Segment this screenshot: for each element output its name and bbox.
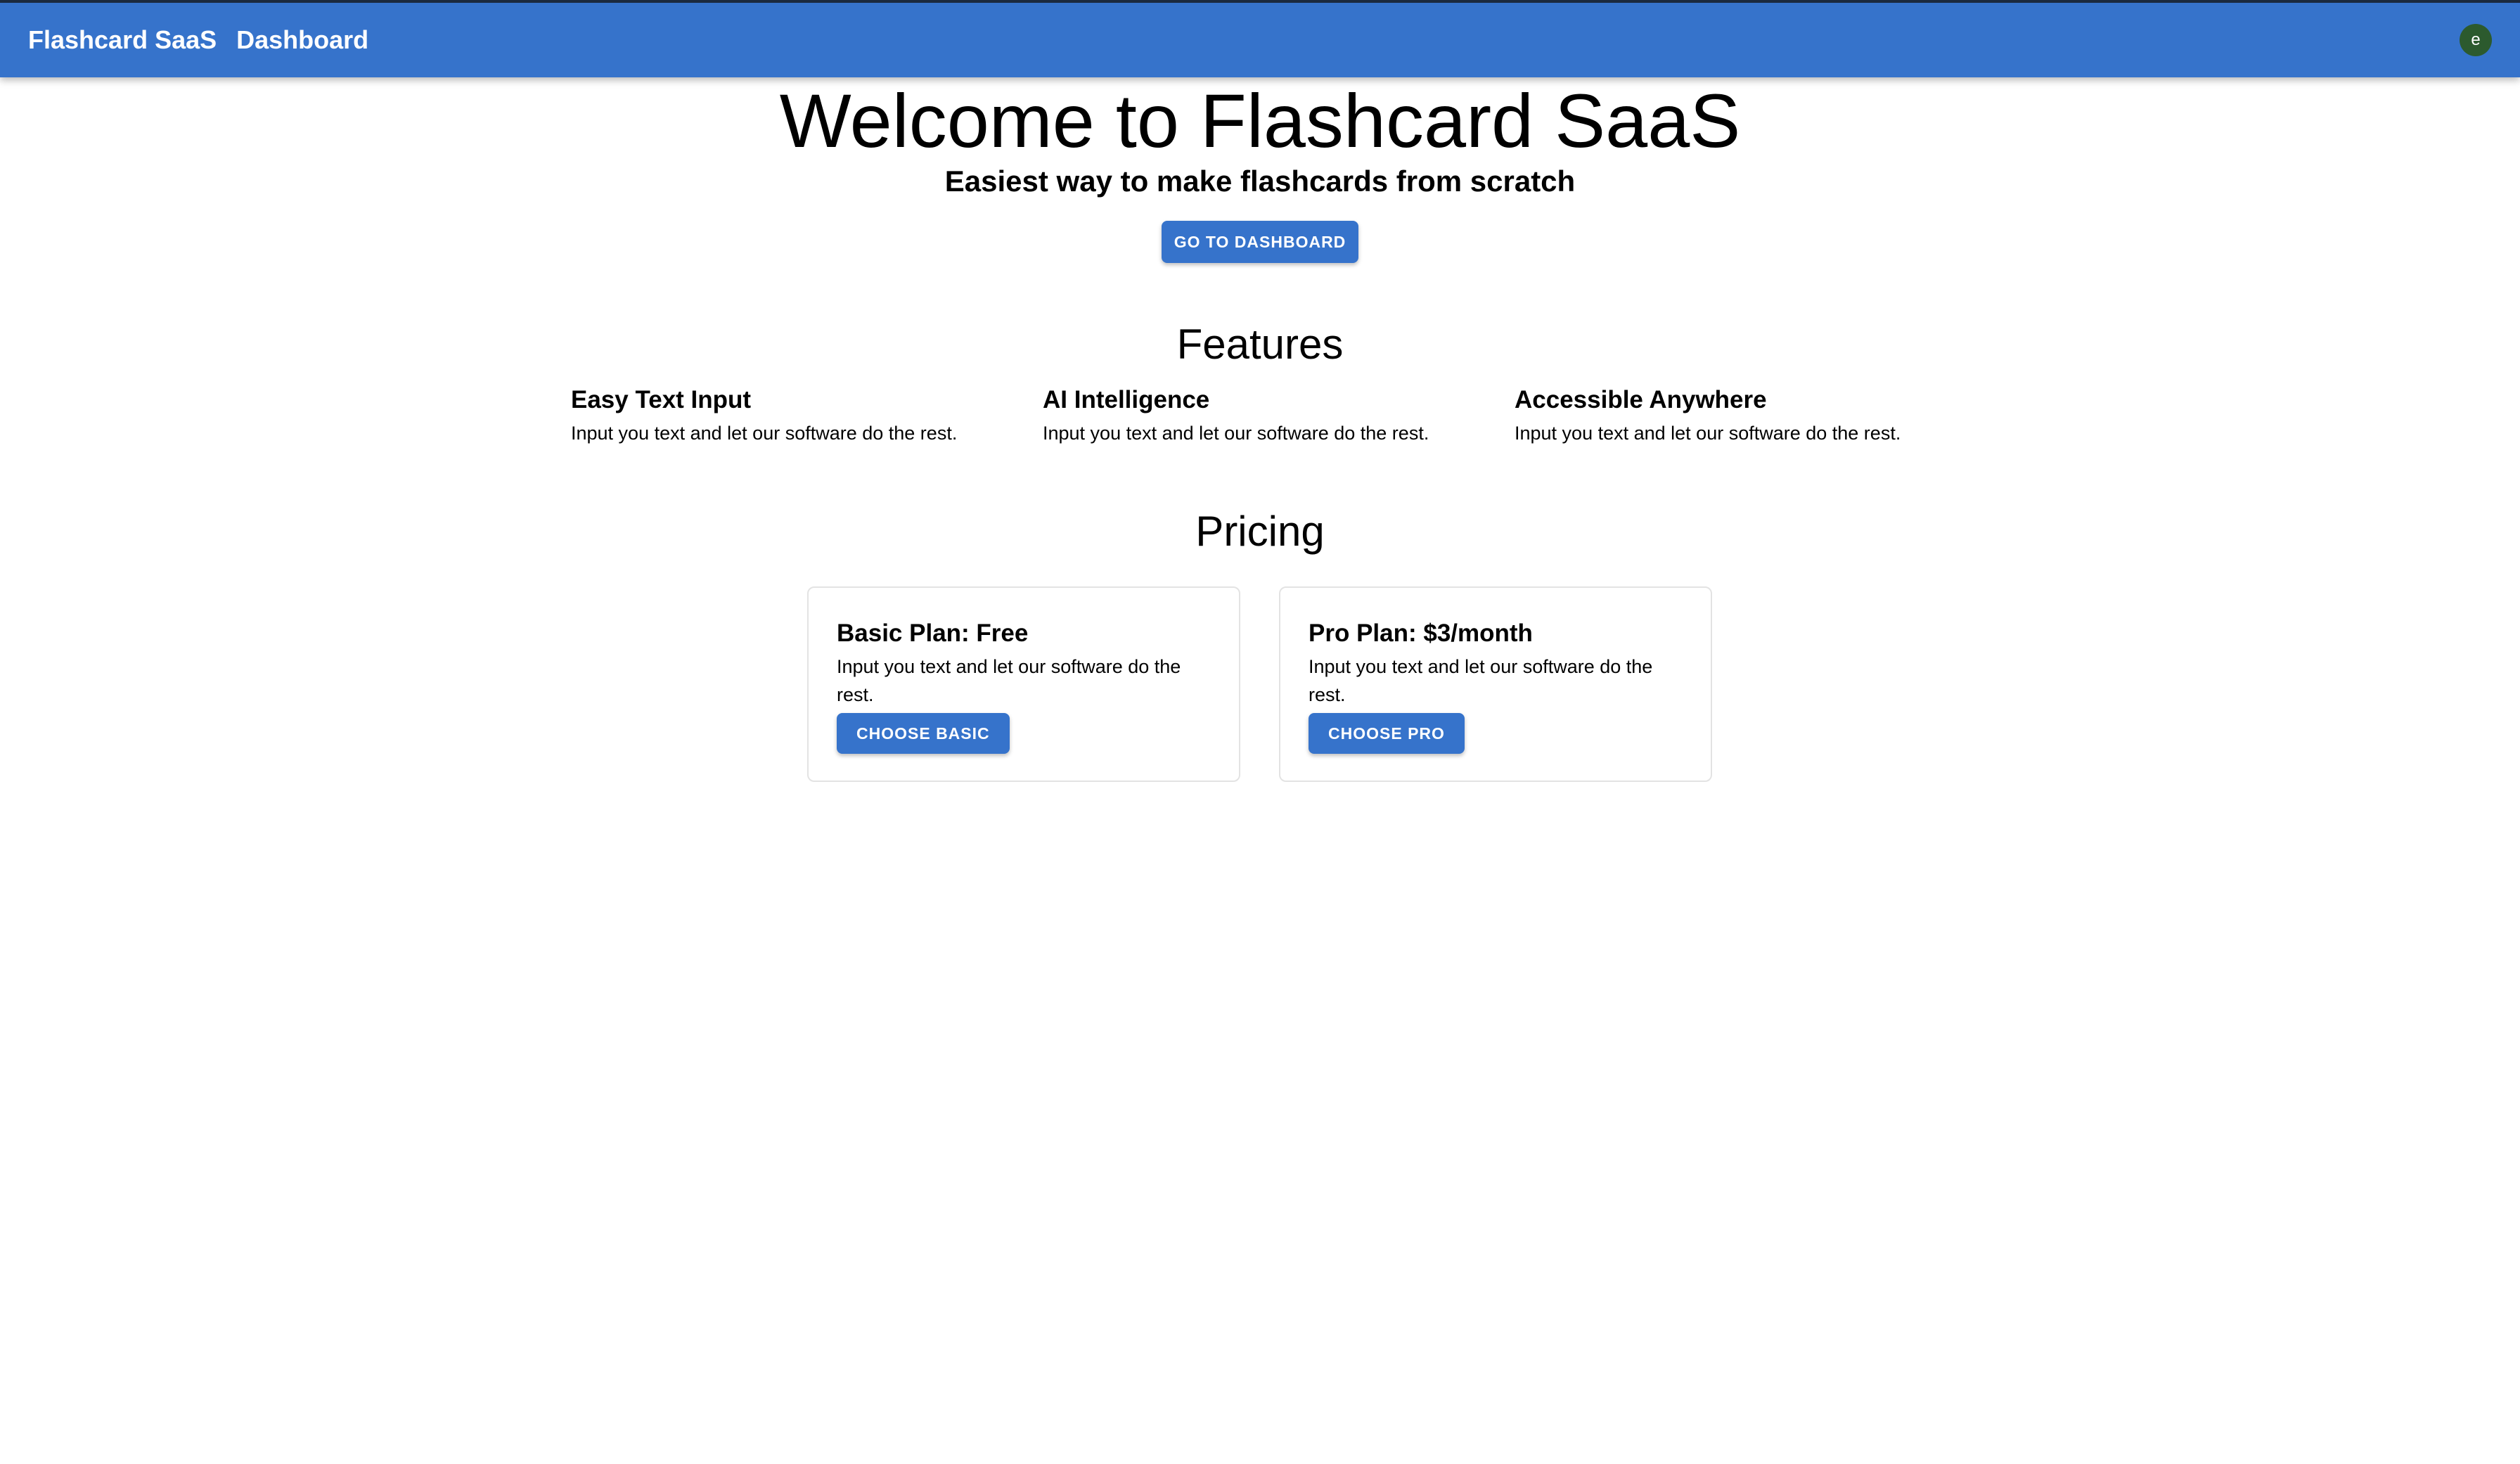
plan-card-pro: Pro Plan: $3/month Input you text and le… <box>1279 586 1712 782</box>
app-bar: Flashcard SaaS Dashboard e <box>0 0 2520 77</box>
plan-title: Basic Plan: Free <box>837 619 1029 647</box>
feature-item-easy-text-input: Easy Text Input Input you text and let o… <box>571 385 1021 446</box>
feature-title: AI Intelligence <box>1043 386 1210 413</box>
plan-title: Pro Plan: $3/month <box>1309 619 1533 647</box>
feature-description: Input you text and let our software do t… <box>571 423 958 444</box>
plan-description: Input you text and let our software do t… <box>837 656 1181 705</box>
choose-pro-button[interactable]: Choose Pro <box>1309 713 1465 754</box>
choose-basic-button[interactable]: Choose Basic <box>837 713 1010 754</box>
feature-title: Accessible Anywhere <box>1515 386 1767 413</box>
feature-item-accessible-anywhere: Accessible Anywhere Input you text and l… <box>1515 385 1965 446</box>
hero-title: Welcome to Flashcard SaaS <box>779 78 1741 163</box>
pricing-title: Pricing <box>1195 508 1325 555</box>
nav-link-dashboard[interactable]: Dashboard <box>236 25 368 55</box>
brand-title[interactable]: Flashcard SaaS <box>28 25 217 55</box>
hero-subtitle: Easiest way to make flashcards from scra… <box>944 165 1576 198</box>
features-title: Features <box>1176 321 1344 368</box>
plan-description: Input you text and let our software do t… <box>1309 656 1653 705</box>
feature-title: Easy Text Input <box>571 386 752 413</box>
feature-item-ai-intelligence: AI Intelligence Input you text and let o… <box>1043 385 1493 446</box>
feature-description: Input you text and let our software do t… <box>1515 423 1901 444</box>
plan-card-basic: Basic Plan: Free Input you text and let … <box>807 586 1240 782</box>
go-to-dashboard-button[interactable]: Go to Dashboard <box>1162 221 1358 263</box>
user-avatar[interactable]: e <box>2460 24 2492 56</box>
feature-description: Input you text and let our software do t… <box>1043 423 1429 444</box>
